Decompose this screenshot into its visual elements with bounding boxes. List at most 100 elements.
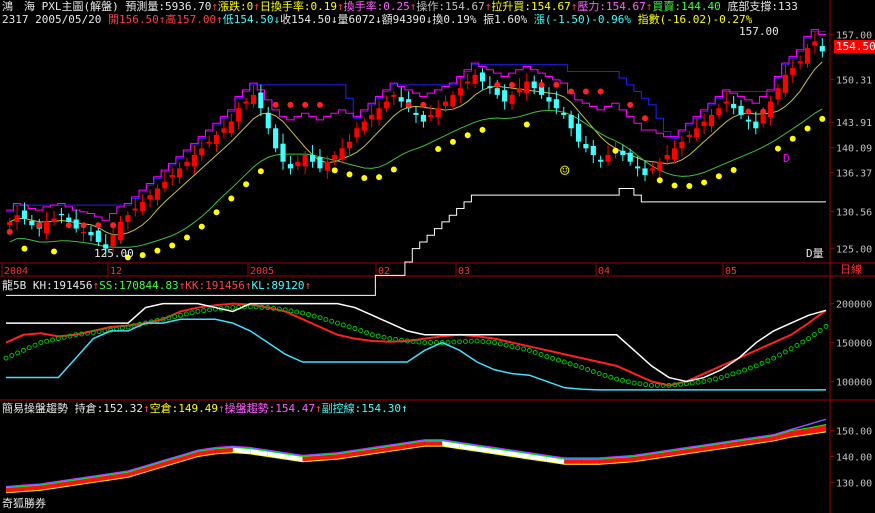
candle-body xyxy=(502,90,508,102)
hold-label: 持倉: xyxy=(74,402,104,415)
candle-body xyxy=(487,86,493,89)
candle-body xyxy=(479,72,486,82)
price-tick-label: 136.37 xyxy=(836,169,872,180)
volume-toggle[interactable]: D量 xyxy=(806,247,824,260)
ss-dot xyxy=(532,349,538,355)
candle-body xyxy=(472,74,478,84)
candle-body xyxy=(51,218,57,222)
ss-dot xyxy=(207,307,213,313)
ss-dot xyxy=(369,332,375,338)
candle-body xyxy=(428,114,434,117)
ss-dot xyxy=(317,315,323,321)
signal-dot xyxy=(198,223,205,230)
candle-body xyxy=(332,155,338,160)
ss-dot xyxy=(625,379,631,385)
ss-dot xyxy=(201,308,207,314)
candle-body xyxy=(524,81,530,93)
candle-body xyxy=(679,141,685,149)
ss-dot xyxy=(573,363,579,369)
ss-dot xyxy=(765,358,771,364)
ss-dot xyxy=(497,341,503,347)
kl-label: KL: xyxy=(251,279,272,292)
ss-dot xyxy=(445,339,451,345)
ss-dot xyxy=(329,318,335,324)
signal-dot xyxy=(316,101,323,108)
ss-dot xyxy=(724,373,730,379)
ss-dot xyxy=(619,377,625,383)
candle-body xyxy=(7,221,13,226)
candle-body xyxy=(169,175,175,178)
short-value: 149.49 xyxy=(178,402,218,415)
ss-dot xyxy=(50,337,56,343)
ss-dot xyxy=(550,355,556,361)
candle-body xyxy=(309,155,316,162)
ss-dot xyxy=(334,320,340,326)
signal-dot xyxy=(774,145,781,152)
kh-value: 191456 xyxy=(52,279,93,292)
ss-dot xyxy=(375,333,381,339)
candle-body xyxy=(391,94,397,97)
candle-body xyxy=(657,161,663,171)
candle-body xyxy=(442,101,449,106)
smiley-icon: ☺ xyxy=(560,161,570,180)
candle-body xyxy=(671,148,678,160)
candle-body xyxy=(716,108,722,115)
candle-body xyxy=(117,221,124,240)
ss-dot xyxy=(823,323,829,329)
signal-dot xyxy=(627,101,634,108)
hold-value: 152.32 xyxy=(103,402,143,415)
ss-dot xyxy=(311,313,317,319)
ss-dot xyxy=(457,339,463,345)
signal-dot xyxy=(183,234,190,241)
ss-dot xyxy=(585,367,591,373)
signal-dot xyxy=(361,174,368,181)
ss-dot xyxy=(689,380,695,386)
candle-body xyxy=(797,61,803,64)
signal-dot xyxy=(612,147,619,154)
candle-body xyxy=(250,94,257,104)
ss-dot xyxy=(782,349,788,355)
ss-dot xyxy=(9,353,15,359)
candle-body xyxy=(627,152,633,162)
candle-body xyxy=(88,231,94,236)
ss-dot xyxy=(579,364,585,370)
kd-line-kh xyxy=(5,302,827,387)
ss-dot xyxy=(352,326,358,332)
signal-dot xyxy=(479,126,486,133)
ss-dot xyxy=(776,352,782,358)
signal-dot xyxy=(464,132,471,139)
ma-long-line xyxy=(9,108,823,248)
signal-dot xyxy=(302,101,309,108)
candle-body xyxy=(745,119,752,122)
ss-dot xyxy=(346,324,352,330)
signal-dot xyxy=(243,181,250,188)
candle-body xyxy=(302,155,308,167)
kd-tick-label: 150000 xyxy=(836,339,872,350)
ss-dot xyxy=(567,361,573,367)
date-label: 04 xyxy=(598,266,610,277)
candle-body xyxy=(509,94,515,104)
signal-dot xyxy=(804,125,811,132)
kd-tick-label: 200000 xyxy=(836,300,872,311)
signal-dot xyxy=(420,101,427,108)
sub-value: 154.30 xyxy=(361,402,401,415)
signal-dot xyxy=(553,81,560,88)
candle-body xyxy=(29,220,35,226)
ss-dot xyxy=(561,359,567,365)
period-label[interactable]: 日線 xyxy=(840,263,862,276)
signal-dot xyxy=(701,179,708,186)
ss-dot xyxy=(195,308,201,314)
ss-dot xyxy=(701,378,707,384)
candle-body xyxy=(258,92,264,109)
candle-body xyxy=(546,97,552,102)
candle-body xyxy=(723,101,729,104)
ss-dot xyxy=(521,346,527,352)
ss-dot xyxy=(759,360,765,366)
kd-title[interactable]: 龍5B xyxy=(2,279,26,292)
ss-dot xyxy=(3,355,9,361)
trend-title[interactable]: 簡易操盤趨勢 xyxy=(2,402,68,415)
candle-body xyxy=(598,159,604,162)
signal-dot xyxy=(405,101,412,108)
signal-dot xyxy=(819,115,826,122)
ss-dot xyxy=(515,345,521,351)
